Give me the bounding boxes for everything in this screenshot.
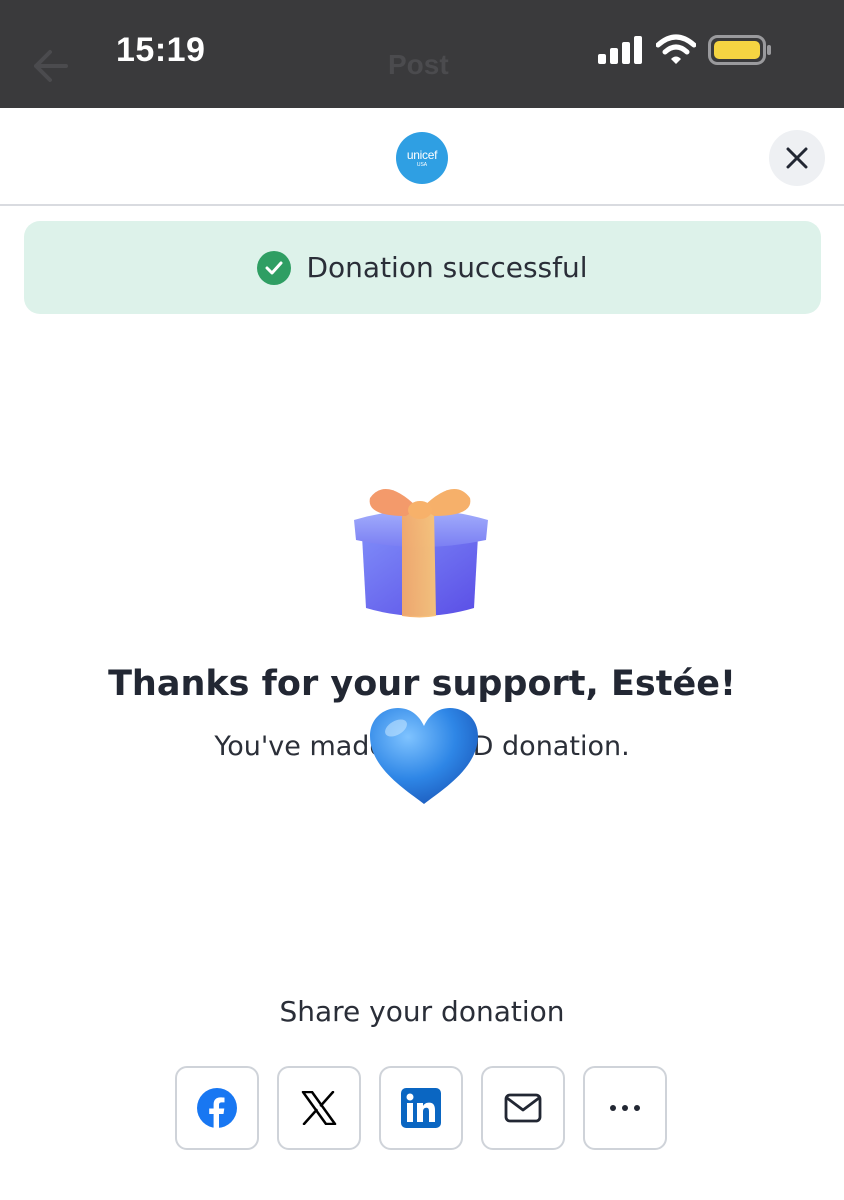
blue-heart-emoji-icon bbox=[370, 708, 478, 804]
linkedin-icon bbox=[401, 1088, 441, 1128]
gift-box-icon bbox=[354, 489, 488, 618]
wifi-icon bbox=[656, 34, 696, 64]
logo-text: unicef bbox=[406, 147, 438, 162]
share-linkedin-button[interactable] bbox=[379, 1066, 463, 1150]
status-time: 15:19 bbox=[116, 31, 206, 69]
share-buttons bbox=[175, 1066, 671, 1152]
share-more-button[interactable] bbox=[583, 1066, 667, 1150]
check-circle-icon bbox=[257, 250, 292, 285]
back-arrow-icon bbox=[34, 50, 68, 82]
share-email-button[interactable] bbox=[481, 1066, 565, 1150]
share-facebook-button[interactable] bbox=[175, 1066, 259, 1150]
close-icon bbox=[786, 147, 808, 169]
share-title: Share your donation bbox=[279, 995, 565, 1028]
more-horizontal-icon bbox=[610, 1105, 640, 1111]
status-bar: Post 15:19 bbox=[0, 0, 844, 108]
success-banner: Donation successful bbox=[24, 221, 821, 314]
banner-text: Donation successful bbox=[306, 251, 588, 284]
background-page-title: Post bbox=[388, 49, 449, 80]
x-icon bbox=[301, 1091, 337, 1125]
cellular-signal-icon bbox=[598, 36, 642, 64]
unicef-logo: unicef USA bbox=[396, 132, 448, 184]
modal-header: unicef USA bbox=[0, 108, 844, 206]
logo-subtext: USA bbox=[416, 161, 428, 168]
share-x-button[interactable] bbox=[277, 1066, 361, 1150]
close-button[interactable] bbox=[769, 130, 825, 186]
thanks-title: Thanks for your support, Estée! bbox=[108, 664, 736, 704]
facebook-icon bbox=[197, 1088, 237, 1128]
battery-icon bbox=[708, 35, 771, 65]
mail-icon bbox=[504, 1093, 542, 1123]
